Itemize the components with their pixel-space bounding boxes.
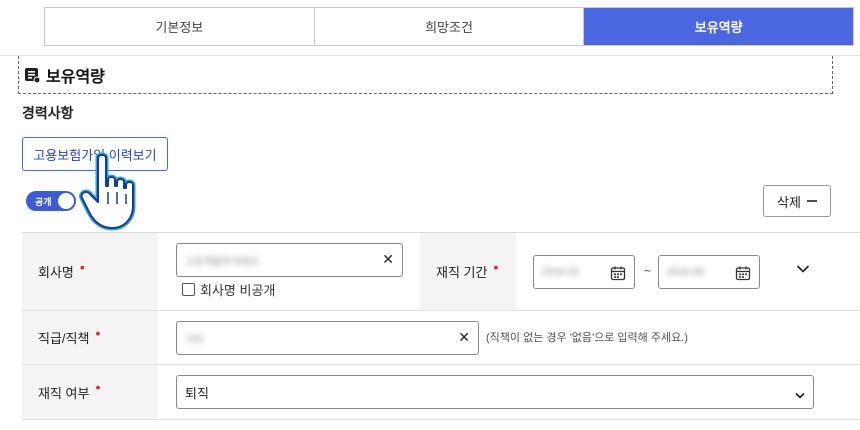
position-label: 직급/직책 • (22, 311, 158, 364)
hide-company-label: 회사명 비공개 (200, 283, 276, 298)
company-value: 고유개발주식회사 (185, 256, 259, 268)
calendar-icon[interactable] (610, 265, 626, 281)
career-heading: 경력사항 (22, 105, 74, 121)
employment-status-label: 재직 여부 • (22, 365, 158, 419)
employment-status-select[interactable]: 퇴직 (176, 375, 814, 409)
form-row-employment-status: 재직 여부 • 퇴직 (22, 365, 860, 420)
form-row-position: 직급/직책 • 기타 ✕ (직책이 없는 경우 '없음'으로 입력해 주세요.) (22, 311, 860, 365)
delete-button-label: 삭제 (777, 194, 801, 210)
document-card-icon (24, 67, 41, 83)
career-form: 회사명• 고유개발주식회사 ✕ 회사명 비공개 재직 기간• 2016-03 (22, 232, 860, 420)
end-date-value: 2018-09 (667, 266, 704, 278)
delete-button[interactable]: 삭제 (763, 185, 831, 217)
required-marker: • (95, 379, 101, 395)
start-date-input[interactable]: 2016-03 (533, 255, 635, 289)
company-input[interactable]: 고유개발주식회사 ✕ (176, 243, 403, 277)
clear-icon[interactable]: ✕ (382, 251, 394, 268)
section-title: 보유역량 (46, 68, 105, 86)
pointer-hand-icon (78, 152, 140, 234)
date-separator: ~ (644, 264, 652, 278)
section-header: 보유역량 (18, 56, 833, 94)
employment-status-value: 퇴직 (185, 385, 209, 401)
required-marker: • (79, 258, 85, 275)
company-label: 회사명 • (22, 233, 158, 310)
toggle-label: 공개 (35, 197, 52, 207)
start-date-value: 2016-03 (542, 266, 579, 278)
form-row-company: 회사명• 고유개발주식회사 ✕ 회사명 비공개 재직 기간• 2016-03 (22, 233, 860, 311)
tab-competencies[interactable]: 보유역량 (584, 8, 854, 45)
required-marker: • (95, 324, 101, 341)
tab-basic-info[interactable]: 기본정보 (45, 8, 315, 45)
required-marker: • (493, 258, 499, 275)
position-hint: (직책이 없는 경우 '없음'으로 입력해 주세요.) (486, 332, 688, 344)
hide-company-option: 회사명 비공개 (182, 280, 275, 299)
tab-desired-conditions[interactable]: 희망조건 (314, 8, 585, 45)
hide-company-checkbox[interactable] (182, 283, 195, 296)
visibility-toggle[interactable]: 공개 (26, 191, 76, 211)
tab-bar: 기본정보 희망조건 보유역량 (44, 7, 854, 46)
toggle-knob (58, 193, 74, 209)
end-date-input[interactable]: 2018-09 (658, 255, 760, 289)
chevron-down-icon (795, 388, 805, 399)
chevron-down-icon[interactable] (796, 261, 810, 273)
clear-icon[interactable]: ✕ (458, 329, 470, 346)
calendar-icon[interactable] (735, 265, 751, 281)
minus-icon (806, 194, 817, 209)
period-label: 재직 기간 • (420, 233, 516, 310)
position-input[interactable]: 기타 ✕ (176, 321, 479, 355)
position-value: 기타 (185, 334, 204, 346)
